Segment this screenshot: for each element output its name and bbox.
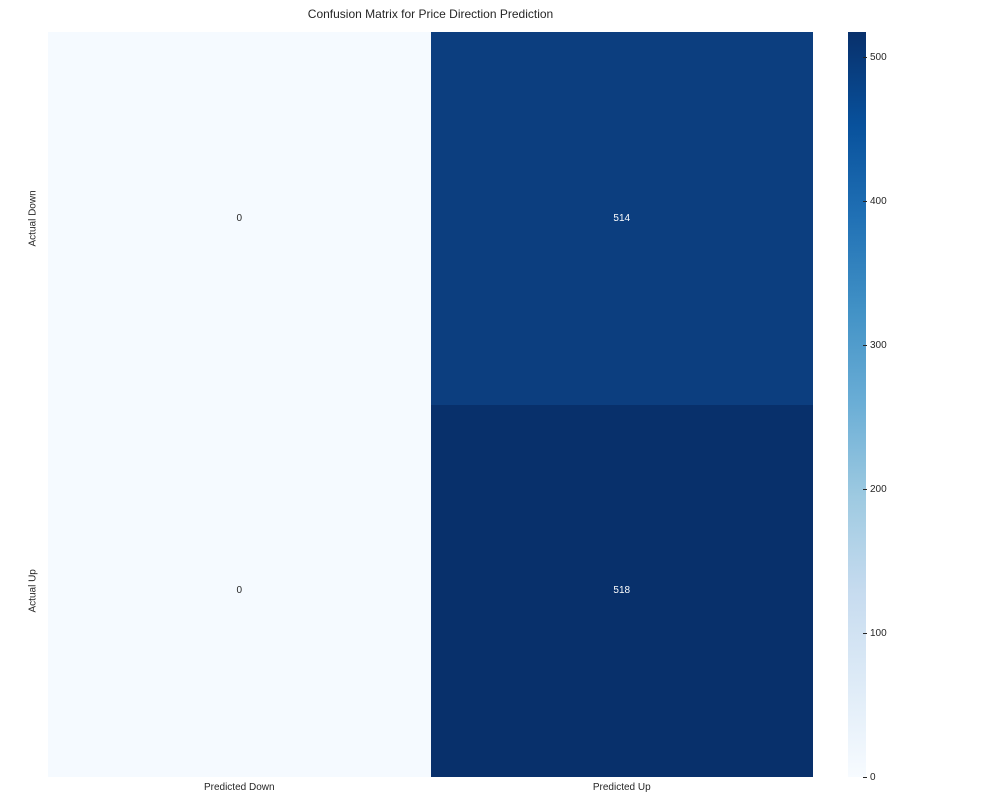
ctick-200: 200 bbox=[870, 483, 887, 495]
ctick-100: 100 bbox=[870, 627, 887, 639]
cell-actual-up-predicted-up: 518 bbox=[431, 405, 814, 778]
ctick-300: 300 bbox=[870, 340, 887, 352]
colorbar-ticks: 500 400 300 200 100 0 bbox=[870, 32, 910, 777]
ylabel-actual-down: Actual Down bbox=[18, 32, 48, 405]
y-axis-labels: Actual Down Actual Up bbox=[18, 32, 48, 777]
heatmap-grid: 0 514 0 518 bbox=[48, 32, 813, 777]
xlabel-predicted-down: Predicted Down bbox=[48, 782, 431, 793]
chart-title: Confusion Matrix for Price Direction Pre… bbox=[48, 7, 813, 21]
cell-actual-down-predicted-down: 0 bbox=[48, 32, 431, 405]
x-axis-labels: Predicted Down Predicted Up bbox=[48, 782, 813, 793]
colorbar bbox=[848, 32, 866, 777]
ctick-500: 500 bbox=[870, 52, 887, 64]
ctick-400: 400 bbox=[870, 196, 887, 208]
ctick-0: 0 bbox=[870, 771, 876, 783]
cell-actual-up-predicted-down: 0 bbox=[48, 405, 431, 778]
xlabel-predicted-up: Predicted Up bbox=[431, 782, 814, 793]
cell-actual-down-predicted-up: 514 bbox=[431, 32, 814, 405]
ylabel-actual-up: Actual Up bbox=[18, 405, 48, 778]
confusion-matrix-chart: Confusion Matrix for Price Direction Pre… bbox=[48, 32, 813, 777]
